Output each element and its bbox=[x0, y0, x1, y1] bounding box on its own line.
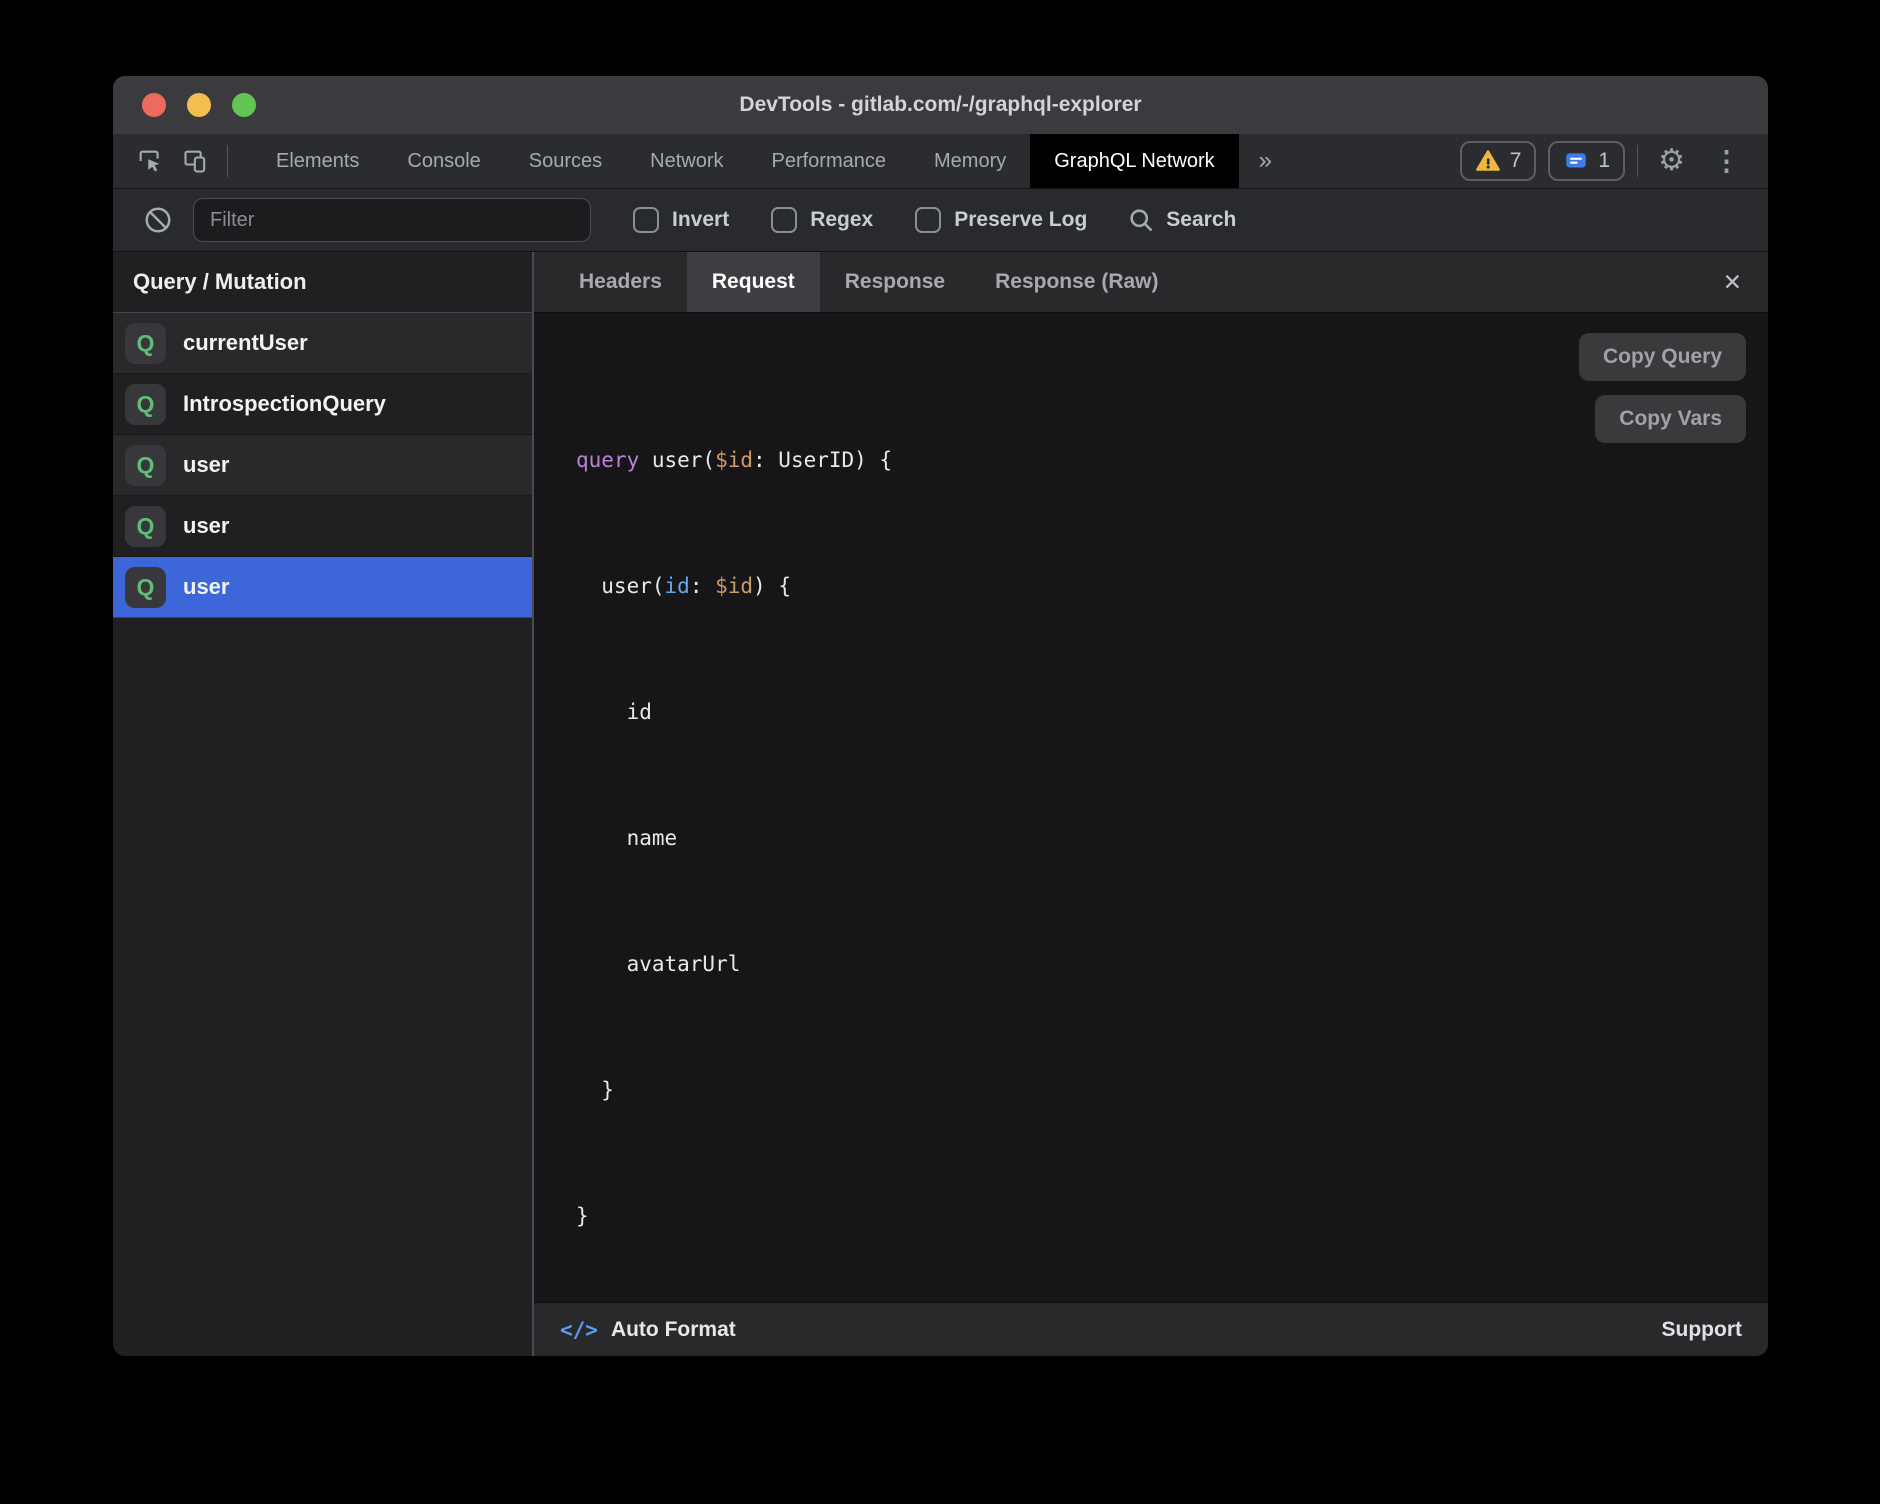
main-content: Query / Mutation Q currentUser Q Introsp… bbox=[113, 252, 1768, 1356]
code-line: user(id: $id) { bbox=[576, 565, 1768, 607]
tab-network[interactable]: Network bbox=[626, 134, 747, 188]
code-brackets-icon: </> bbox=[560, 1318, 598, 1342]
detail-panel: Headers Request Response Response (Raw) … bbox=[534, 252, 1768, 1356]
query-type-badge: Q bbox=[125, 323, 166, 364]
tab-memory[interactable]: Memory bbox=[910, 134, 1030, 188]
support-link[interactable]: Support bbox=[1662, 1318, 1742, 1342]
query-list-item-selected[interactable]: Q user bbox=[113, 557, 532, 618]
message-count: 1 bbox=[1598, 149, 1610, 173]
block-requests-icon[interactable] bbox=[143, 205, 173, 235]
tab-sources[interactable]: Sources bbox=[505, 134, 626, 188]
message-icon bbox=[1563, 148, 1589, 174]
toolbar-tabs: Elements Console Sources Network Perform… bbox=[252, 134, 1292, 188]
toolbar-left-icons bbox=[113, 134, 242, 188]
title-bar: DevTools - gitlab.com/-/graphql-explorer bbox=[113, 76, 1768, 134]
warning-icon bbox=[1475, 148, 1501, 174]
copy-buttons: Copy Query Copy Vars bbox=[1579, 333, 1746, 443]
preserve-log-checkbox-label: Preserve Log bbox=[954, 208, 1087, 232]
query-type-badge: Q bbox=[125, 506, 166, 547]
warnings-badge[interactable]: 7 bbox=[1460, 141, 1537, 181]
graphql-query-code: query user($id: UserID) { user(id: $id) … bbox=[534, 313, 1768, 1302]
tab-response-raw[interactable]: Response (Raw) bbox=[970, 252, 1183, 312]
search-label: Search bbox=[1166, 208, 1236, 232]
query-item-label: user bbox=[183, 452, 229, 478]
kebab-menu-icon[interactable]: ⋮ bbox=[1705, 146, 1748, 177]
toolbar-right-divider bbox=[1637, 145, 1638, 177]
query-item-label: user bbox=[183, 574, 229, 600]
query-list-item[interactable]: Q currentUser bbox=[113, 313, 532, 374]
more-tabs-button[interactable]: » bbox=[1239, 134, 1292, 188]
toolbar-divider bbox=[227, 145, 228, 177]
query-type-badge: Q bbox=[125, 445, 166, 486]
query-item-label: user bbox=[183, 513, 229, 539]
regex-checkbox-label: Regex bbox=[810, 208, 873, 232]
tab-response[interactable]: Response bbox=[820, 252, 970, 312]
code-line: name bbox=[576, 817, 1768, 859]
code-line: } bbox=[576, 1195, 1768, 1237]
toolbar-right-cluster: 7 1 ⚙ ⋮ bbox=[1460, 134, 1768, 188]
code-line: avatarUrl bbox=[576, 943, 1768, 985]
tab-graphql-network[interactable]: GraphQL Network bbox=[1030, 134, 1238, 188]
copy-query-button[interactable]: Copy Query bbox=[1579, 333, 1746, 381]
tab-headers[interactable]: Headers bbox=[554, 252, 687, 312]
warning-count: 7 bbox=[1510, 149, 1522, 173]
code-line: id bbox=[576, 691, 1768, 733]
code-line: } bbox=[576, 1069, 1768, 1111]
query-type-badge: Q bbox=[125, 384, 166, 425]
search-control[interactable]: Search bbox=[1127, 206, 1236, 234]
filter-input[interactable] bbox=[193, 198, 591, 242]
regex-checkbox[interactable]: Regex bbox=[771, 207, 873, 233]
messages-badge[interactable]: 1 bbox=[1548, 141, 1625, 181]
close-panel-icon[interactable]: ✕ bbox=[1697, 252, 1768, 312]
query-list-item[interactable]: Q user bbox=[113, 496, 532, 557]
auto-format-label: Auto Format bbox=[611, 1318, 736, 1342]
invert-checkbox-box[interactable] bbox=[633, 207, 659, 233]
query-sidebar: Query / Mutation Q currentUser Q Introsp… bbox=[113, 252, 534, 1356]
request-view: Copy Query Copy Vars query user($id: Use… bbox=[534, 313, 1768, 1302]
copy-vars-button[interactable]: Copy Vars bbox=[1595, 395, 1746, 443]
filter-bar: Invert Regex Preserve Log Search bbox=[113, 189, 1768, 252]
preserve-log-checkbox-box[interactable] bbox=[915, 207, 941, 233]
tab-request[interactable]: Request bbox=[687, 252, 820, 312]
window-title: DevTools - gitlab.com/-/graphql-explorer bbox=[113, 93, 1768, 117]
device-toolbar-icon[interactable] bbox=[181, 146, 211, 176]
invert-checkbox-label: Invert bbox=[672, 208, 729, 232]
query-list-item[interactable]: Q IntrospectionQuery bbox=[113, 374, 532, 435]
query-type-badge: Q bbox=[125, 567, 166, 608]
query-item-label: IntrospectionQuery bbox=[183, 391, 386, 417]
auto-format-button[interactable]: </> Auto Format bbox=[560, 1318, 736, 1342]
panel-footer: </> Auto Format Support bbox=[534, 1302, 1768, 1356]
devtools-toolbar: Elements Console Sources Network Perform… bbox=[113, 134, 1768, 189]
tab-console[interactable]: Console bbox=[383, 134, 504, 188]
code-line: query user($id: UserID) { bbox=[576, 439, 1768, 481]
search-icon bbox=[1127, 206, 1155, 234]
regex-checkbox-box[interactable] bbox=[771, 207, 797, 233]
settings-gear-icon[interactable]: ⚙ bbox=[1650, 146, 1693, 176]
detail-tabstrip: Headers Request Response Response (Raw) … bbox=[534, 252, 1768, 313]
preserve-log-checkbox[interactable]: Preserve Log bbox=[915, 207, 1087, 233]
query-list-item[interactable]: Q user bbox=[113, 435, 532, 496]
tab-performance[interactable]: Performance bbox=[748, 134, 911, 188]
query-item-label: currentUser bbox=[183, 330, 308, 356]
devtools-window: DevTools - gitlab.com/-/graphql-explorer… bbox=[113, 76, 1768, 1356]
sidebar-header: Query / Mutation bbox=[113, 252, 532, 313]
invert-checkbox[interactable]: Invert bbox=[633, 207, 729, 233]
tab-elements[interactable]: Elements bbox=[252, 134, 383, 188]
inspect-element-icon[interactable] bbox=[135, 146, 165, 176]
